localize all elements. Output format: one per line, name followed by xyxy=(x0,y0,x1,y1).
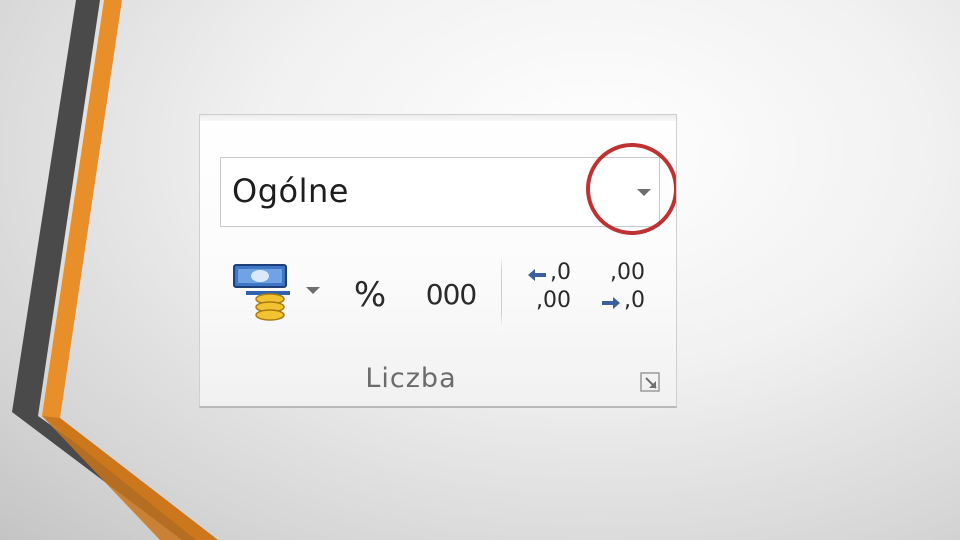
dark-stripe xyxy=(12,0,212,540)
increase-decimal-top: ,0 xyxy=(550,260,571,285)
arrow-right-icon xyxy=(602,297,620,309)
accounting-format-button[interactable] xyxy=(230,261,326,323)
number-ribbon-group: Ogólne % 000 ,0 ,00 ,00 ,0 Liczba xyxy=(199,114,677,408)
dialog-launcher-icon[interactable] xyxy=(637,369,663,395)
comma-style-button[interactable]: 000 xyxy=(422,271,480,319)
decrease-decimal-button[interactable]: ,00 ,0 xyxy=(598,261,662,325)
separator xyxy=(501,255,502,329)
arrow-left-icon xyxy=(528,269,546,281)
increase-decimal-bottom: ,00 xyxy=(536,288,571,313)
chevron-down-icon[interactable] xyxy=(637,189,651,197)
number-format-dropdown[interactable]: Ogólne xyxy=(220,157,660,227)
number-format-value: Ogólne xyxy=(232,172,349,210)
decrease-decimal-top: ,00 xyxy=(610,260,645,285)
orange-stripe xyxy=(42,0,218,540)
currency-dropdown-arrow xyxy=(306,287,320,294)
currency-coins-icon xyxy=(233,264,320,321)
group-label: Liczba xyxy=(365,363,457,394)
increase-decimal-button[interactable]: ,0 ,00 xyxy=(526,261,590,325)
decrease-decimal-bottom: ,0 xyxy=(624,288,645,313)
percent-style-button[interactable]: % xyxy=(346,271,394,319)
orange-stripe-shadow xyxy=(42,416,218,540)
